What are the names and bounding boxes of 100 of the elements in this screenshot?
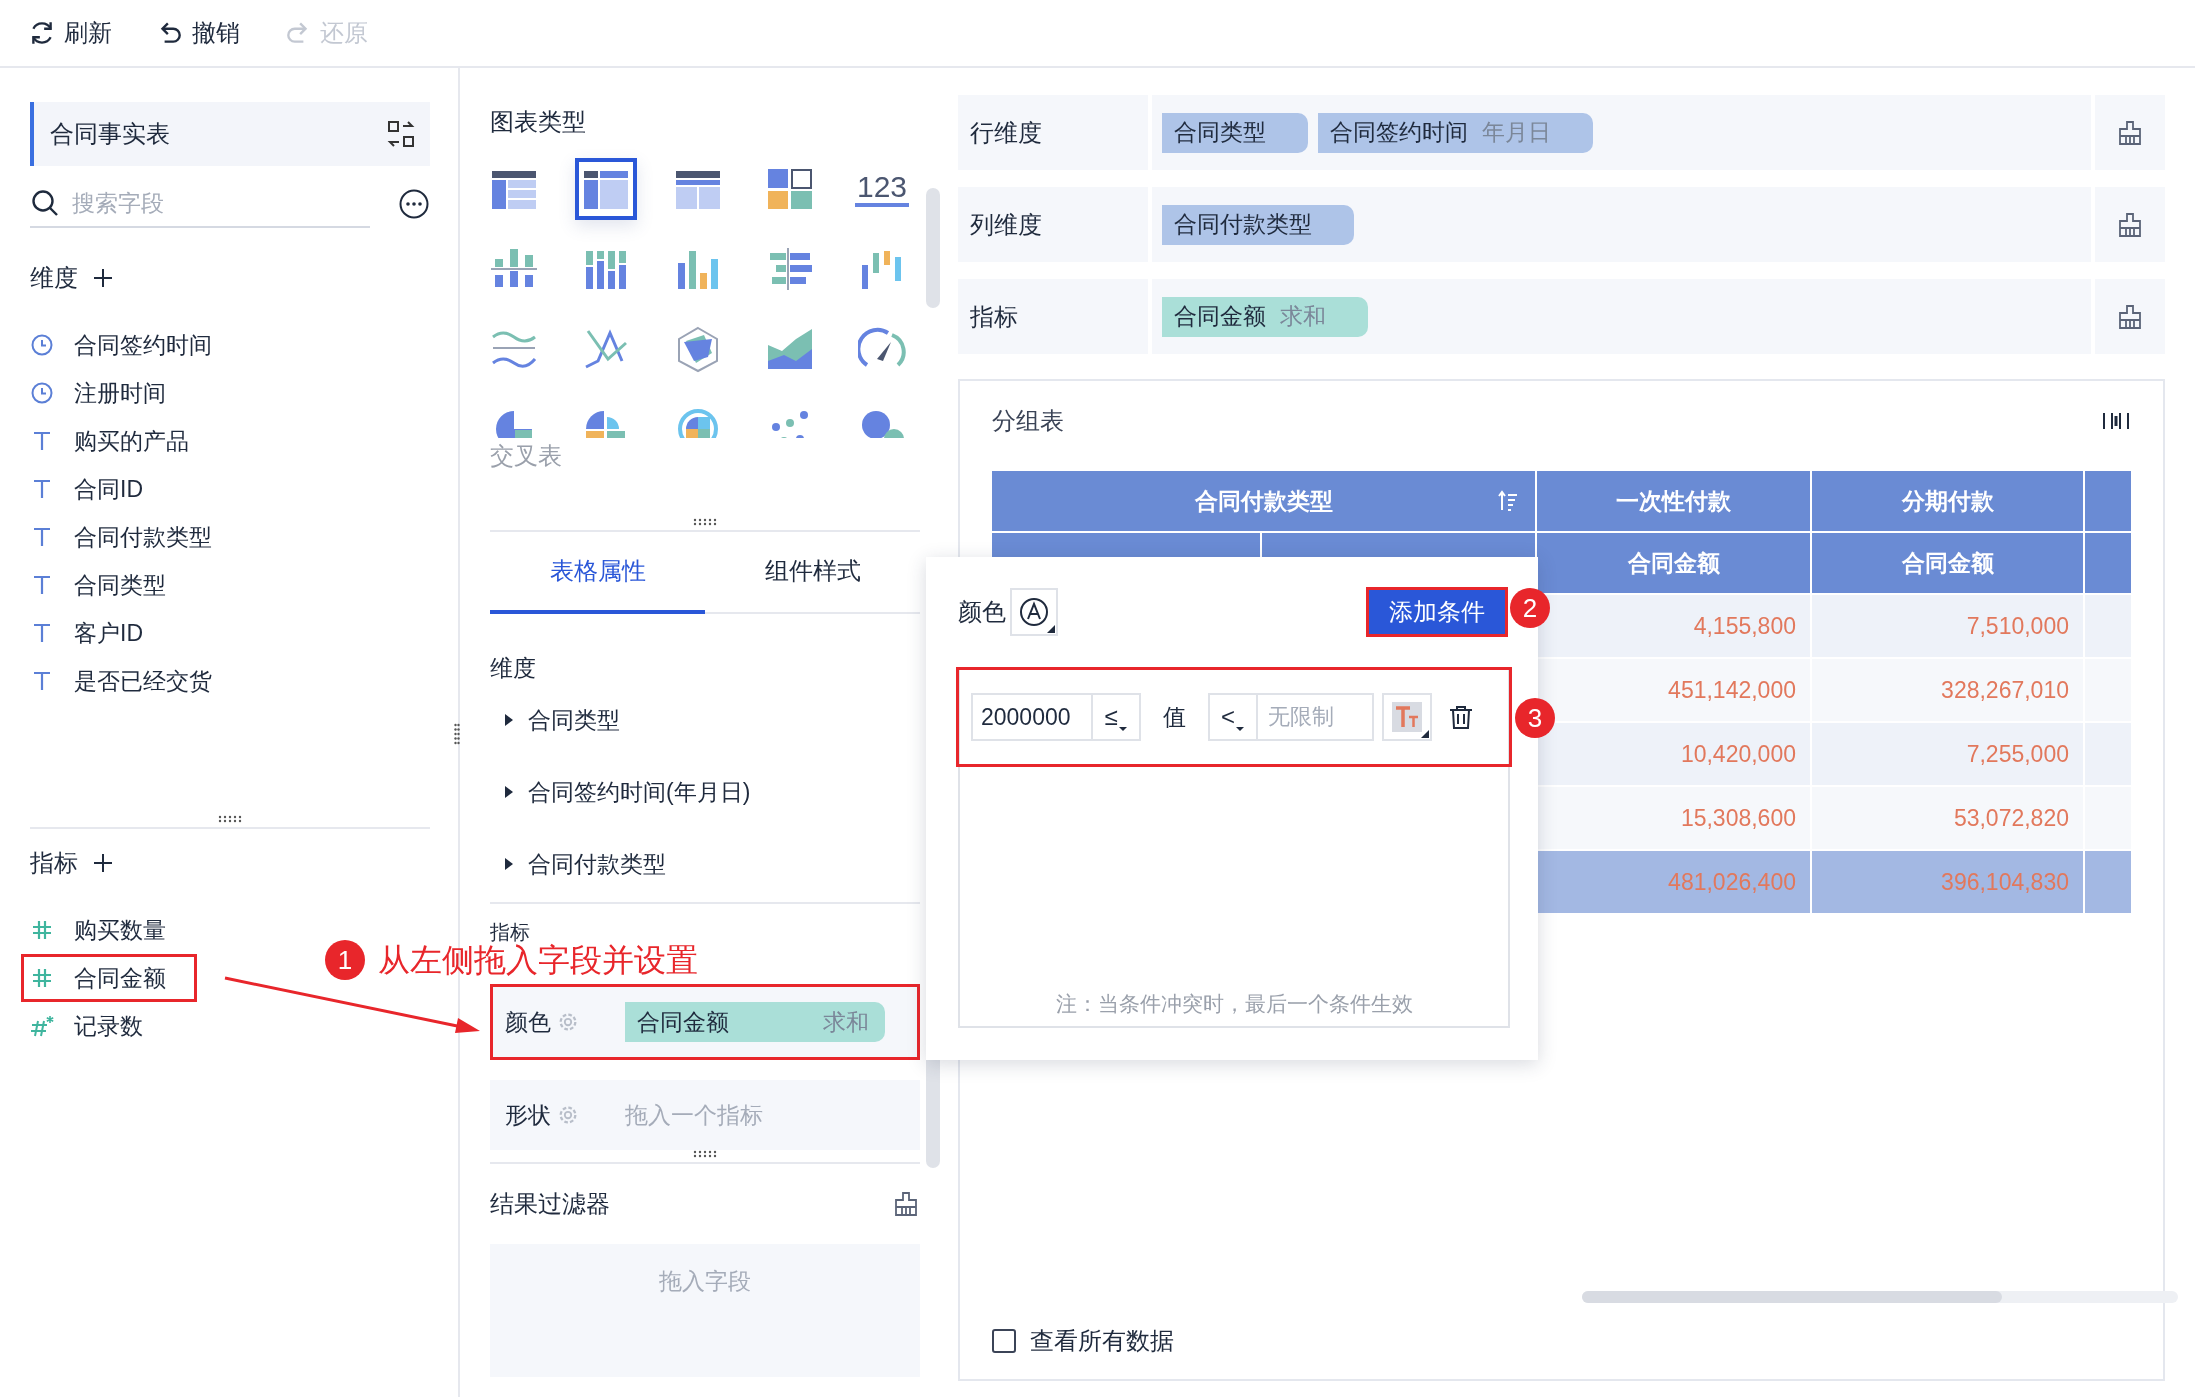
toolbar-button[interactable]: 刷新 [24,13,116,53]
horizontal-scrollbar[interactable] [1582,1291,2178,1303]
drag-handle-icon[interactable] [692,518,718,526]
search-icon [30,188,60,218]
field-item[interactable]: 合同ID [21,465,174,513]
field-item[interactable]: 客户ID [21,609,174,657]
table-cell: 481,026,400 [1537,851,1812,915]
popup-label: 颜色 [958,597,1006,627]
drop-placeholder: 拖入字段 [659,1267,751,1296]
field-item[interactable]: 合同金额 [21,954,197,1002]
value-field[interactable]: 2000000 [971,693,1093,741]
field-pill[interactable]: 合同签约时间 年月日 [1318,112,1593,153]
dimension-item[interactable]: 合同签约时间(年月日) [490,756,920,828]
tab[interactable]: 组件样式 [705,532,920,614]
pill-name: 合同签约时间 [1330,118,1468,147]
sort-icon[interactable] [1497,490,1519,512]
table-cell: 53,072,820 [1812,787,2085,851]
note-text: 注：当条件冲突时，最后一个条件生效 [1054,991,1414,1017]
checkbox[interactable] [992,1329,1016,1353]
toolbar-button[interactable]: 撤销 [152,13,244,53]
field-pill[interactable]: 合同类型 [1162,112,1308,153]
field-pill[interactable]: 合同付款类型 [1162,204,1354,245]
value-label: 值 [1163,702,1186,732]
field-name: 注册时间 [74,378,166,408]
hash-star-icon [30,1014,54,1038]
dimension-item[interactable]: 合同付款类型 [490,828,920,900]
drag-handle-icon[interactable] [217,815,243,823]
corner-triangle-icon [1421,730,1429,738]
field-item[interactable]: 合同类型 [21,561,197,609]
section-title: 结果过滤器 [490,1189,610,1219]
field-item[interactable]: 是否已经交货 [21,657,243,705]
hash-icon [30,918,54,942]
header-cell: 分期付款 [1812,471,2085,533]
field-name: 购买的产品 [74,426,189,456]
drag-handle-icon[interactable] [454,723,460,745]
more-icon[interactable] [398,188,430,220]
slot-label: 形状 [505,1100,551,1130]
add-condition-button[interactable]: 添加条件 [1366,587,1508,637]
pill-name: 合同金额 [1174,302,1266,331]
header-cell [2085,533,2133,595]
corner-triangle-icon [1047,625,1055,633]
font-color-button[interactable] [1010,588,1058,636]
table-cell [2085,787,2133,851]
header-cell [2085,471,2133,533]
field-item[interactable]: 购买的产品 [21,417,220,465]
table-cell: 4,155,800 [1537,595,1812,659]
aggregation: 求和 [823,1007,869,1037]
chart-type-button[interactable]: 123 [851,158,913,220]
search-field[interactable]: 搜索字段 [70,188,354,218]
shelf-label: 指标 [958,279,1148,354]
table-cell: 396,104,830 [1812,851,2085,915]
header-cell: 合同付款类型 [992,471,1537,533]
add-icon[interactable] [92,267,114,289]
table-cell: 7,255,000 [1812,723,2085,787]
header-cell: 合同金额 [1537,533,1812,595]
field-item[interactable]: 合同签约时间 [21,321,243,369]
field-item[interactable]: 记录数 [21,1002,174,1050]
operator-dropdown[interactable]: ≤ [1093,693,1141,741]
field-pill[interactable]: 合同金额 求和 [1162,296,1368,337]
tooltip-text: 交叉表 [490,441,563,471]
dimension-name: 合同付款类型 [528,849,666,879]
clock-icon [30,381,54,405]
pill-name: 合同类型 [1174,118,1266,147]
pill-suffix: 求和 [1280,302,1326,331]
drag-handle-icon[interactable] [692,1150,718,1158]
field-name: 是否已经交货 [74,666,212,696]
show-all-checkbox[interactable]: 查看所有数据 [992,1309,2131,1373]
delete-icon[interactable] [1448,704,1474,730]
field-name: 合同金额 [74,963,166,993]
table-cell: 7,510,000 [1812,595,2085,659]
text-style-button[interactable] [1382,693,1432,741]
table-cell: 15,308,600 [1537,787,1812,851]
chart-title: 分组表 [992,406,1064,436]
field-item[interactable]: 合同付款类型 [21,513,243,561]
field-item[interactable]: 注册时间 [21,369,197,417]
add-icon[interactable] [92,852,114,874]
scrollbar[interactable] [926,188,940,308]
shape-slot[interactable]: 形状 拖入一个指标 [490,1080,920,1150]
table-selector[interactable]: 合同事实表 [30,102,430,166]
operator-dropdown[interactable]: < [1208,693,1256,741]
table-cell [2085,851,2133,915]
table-cell: 328,267,010 [1812,659,2085,723]
field-item[interactable]: 购买数量 [21,906,197,954]
slot-placeholder: 拖入一个指标 [625,1100,763,1130]
field-name: 购买数量 [74,915,166,945]
dimension-item[interactable]: 合同类型 [490,684,920,756]
shelf-label: 行维度 [958,95,1148,170]
upper-bound-field[interactable]: 无限制 [1256,693,1374,741]
section-title: 指标 [30,848,78,878]
color-slot[interactable]: 颜色 合同金额 求和 [490,984,920,1060]
step-badge: 1 [325,940,365,980]
field-name: 合同付款类型 [74,522,212,552]
field-pill[interactable]: 合同金额 求和 [625,1002,885,1042]
dimension-name: 合同签约时间(年月日) [528,777,751,807]
swap-icon[interactable] [386,119,416,149]
tab[interactable]: 表格属性 [490,532,705,614]
table-name: 合同事实表 [50,119,170,149]
field-name: 客户ID [74,618,143,648]
chart-type-button[interactable] [575,158,637,220]
field-name: 合同签约时间 [74,330,212,360]
